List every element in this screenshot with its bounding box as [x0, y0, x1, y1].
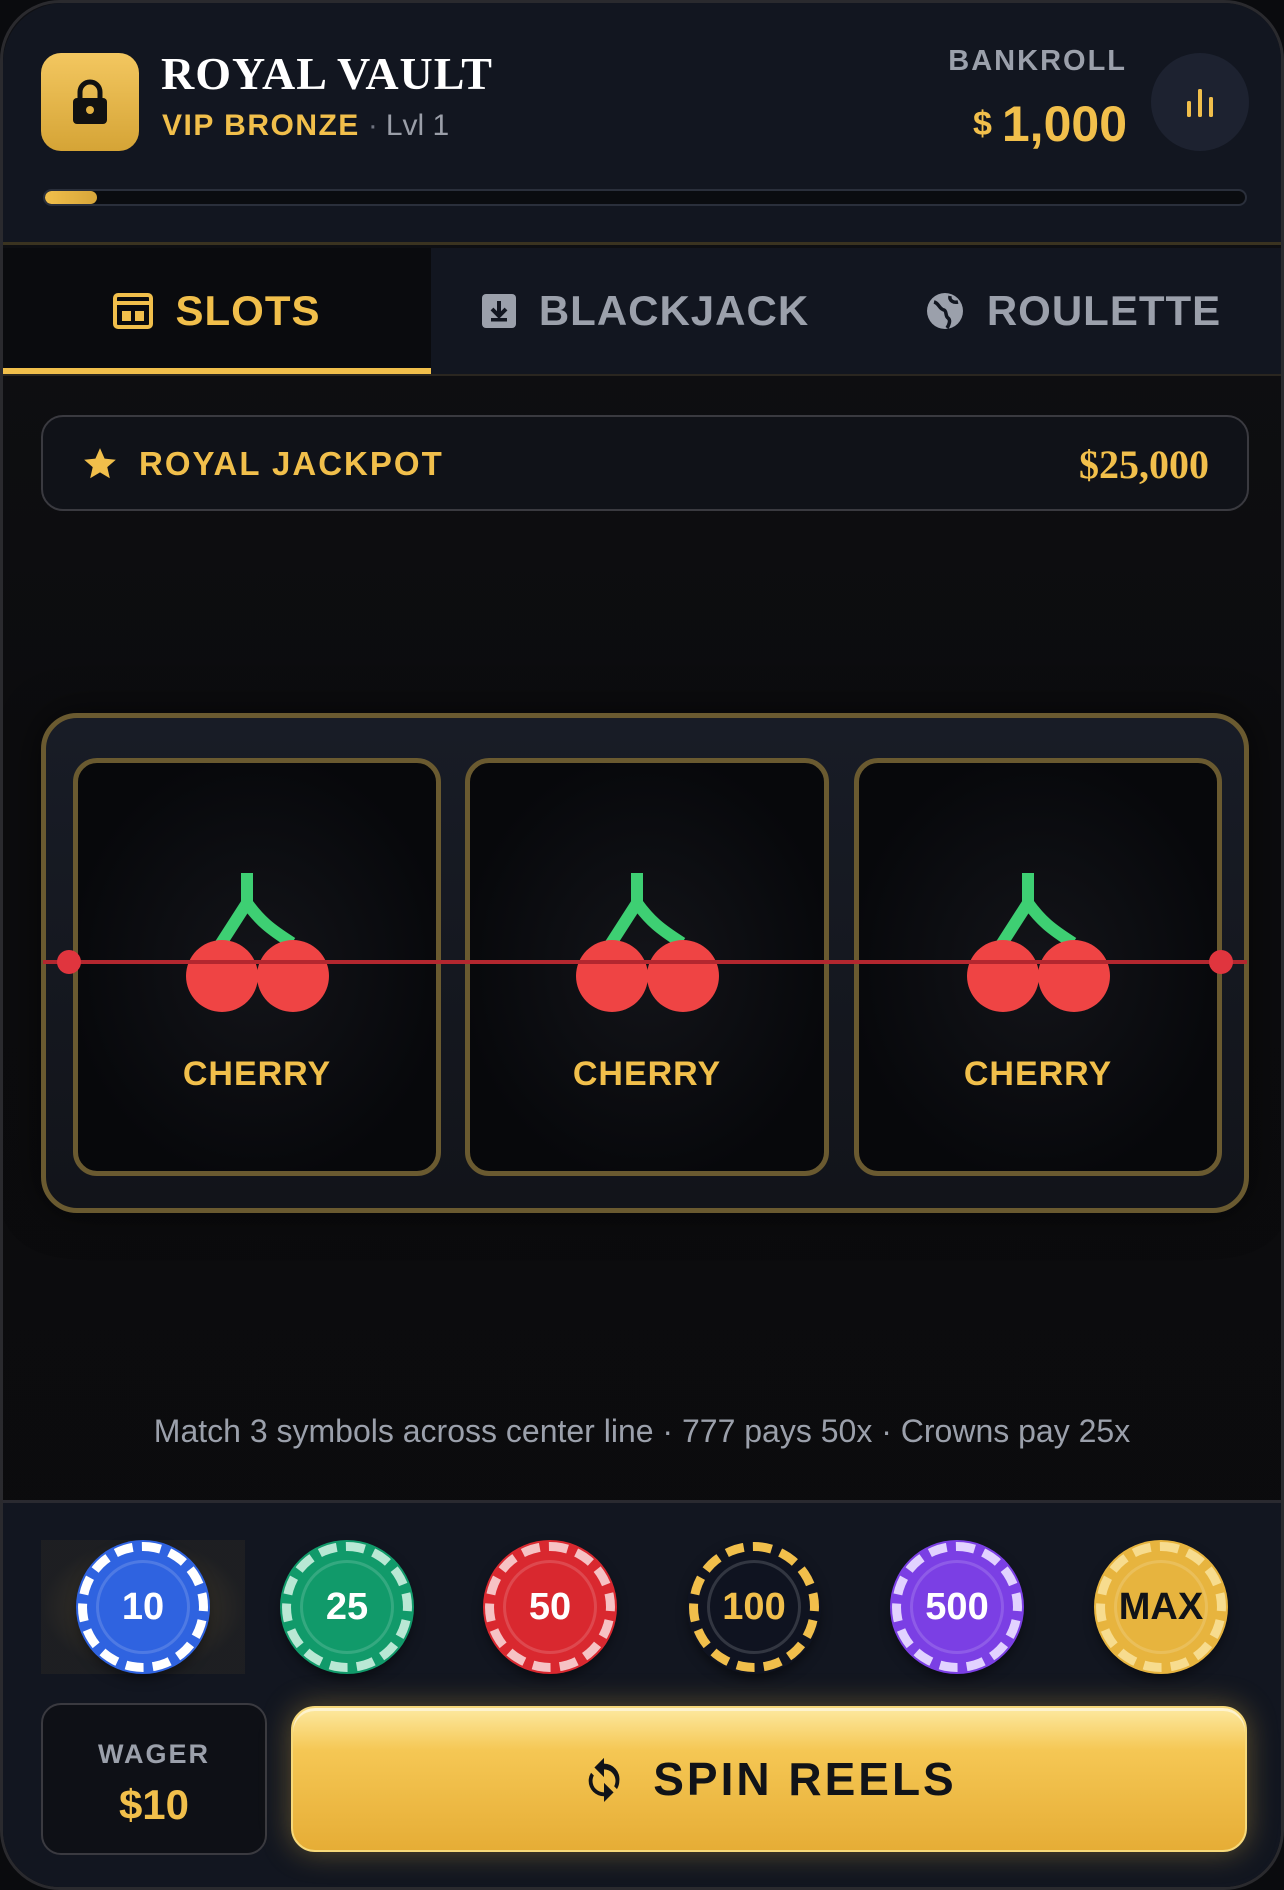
bankroll-label: BANKROLL	[948, 45, 1127, 77]
app-screen: ROYAL VAULT VIP BRONZE · Lvl 1 BANKROLL $1…	[0, 0, 1284, 1890]
chip-token: MAX	[1096, 1542, 1226, 1672]
bankroll-amount: 1,000	[1001, 96, 1127, 152]
wager-label: WAGER	[97, 1739, 210, 1769]
bar-chart-icon	[1187, 89, 1213, 117]
reel-symbol-label: CHERRY	[182, 1055, 332, 1093]
wager-value: $10	[118, 1781, 190, 1828]
reel-symbol-label: CHERRY	[963, 1055, 1113, 1093]
player-status: VIP BRONZE · Lvl 1	[162, 109, 449, 143]
chip-token: 500	[892, 1542, 1022, 1672]
game-tabs: SLOTS BLACKJACK ROULETTE	[3, 248, 1281, 376]
chip-value: MAX	[1118, 1585, 1204, 1628]
chip-value: 10	[121, 1585, 165, 1628]
chip-selector: 10 25 50 100 500 MAX	[41, 1540, 1249, 1674]
chip-100[interactable]: 100	[652, 1540, 856, 1674]
tab-roulette[interactable]: ROULETTE	[859, 248, 1281, 374]
bet-panel: 10 25 50 100 500 MAX WAGER $10 SPIN REELS	[3, 1500, 1281, 1887]
xp-progress-bar	[43, 189, 1247, 206]
stats-button[interactable]	[1151, 53, 1249, 151]
rules-text: Match 3 symbols across center line · 777…	[153, 1413, 1131, 1449]
spin-reels-button[interactable]: SPIN REELS	[291, 1706, 1247, 1852]
chip-50[interactable]: 50	[448, 1540, 652, 1674]
payline-marker-right	[1209, 950, 1233, 974]
globe-icon	[926, 293, 963, 329]
player-level: Lvl 1	[385, 109, 450, 142]
chip-token: 50	[485, 1542, 615, 1672]
reel-3: CHERRY	[854, 758, 1222, 1176]
chip-token: 100	[689, 1542, 819, 1672]
chip-value: 25	[325, 1585, 369, 1628]
chip-25[interactable]: 25	[245, 1540, 449, 1674]
separator: ·	[367, 109, 378, 142]
cherry-icon	[186, 873, 329, 1012]
app-logo	[41, 53, 139, 151]
chip-token: 25	[282, 1542, 412, 1672]
payline-marker-left	[57, 950, 81, 974]
wager-display: WAGER $10	[41, 1703, 267, 1855]
tab-label: SLOTS	[175, 287, 321, 334]
chip-value: 50	[528, 1585, 572, 1628]
tab-label: BLACKJACK	[538, 287, 810, 334]
lock-icon	[73, 79, 107, 124]
cherry-icon	[576, 873, 719, 1012]
app-title: ROYAL VAULT	[161, 48, 493, 99]
header: ROYAL VAULT VIP BRONZE · Lvl 1 BANKROLL $1…	[3, 3, 1281, 245]
chip-500[interactable]: 500	[855, 1540, 1059, 1674]
jackpot-banner: ROYAL JACKPOT $25,000	[41, 415, 1249, 511]
star-icon	[84, 448, 116, 479]
currency-symbol: $	[972, 105, 992, 143]
chip-10[interactable]: 10	[41, 1540, 245, 1674]
tab-blackjack[interactable]: BLACKJACK	[431, 248, 859, 374]
refresh-icon	[588, 1757, 620, 1802]
xp-progress-fill	[45, 191, 97, 204]
jackpot-label: ROYAL JACKPOT	[139, 445, 444, 482]
spin-button-label: SPIN REELS	[653, 1753, 957, 1805]
tab-label: ROULETTE	[986, 287, 1222, 334]
reel-symbol-label: CHERRY	[572, 1055, 722, 1093]
vip-tier: VIP BRONZE	[162, 109, 360, 142]
chip-value: 500	[925, 1585, 989, 1628]
tab-slots[interactable]: SLOTS	[3, 248, 431, 374]
reel-2: CHERRY	[465, 758, 829, 1176]
jackpot-value: $25,000	[1079, 442, 1209, 487]
chip-value: 100	[722, 1585, 786, 1628]
reel-1: CHERRY	[73, 758, 441, 1176]
card-down-icon	[481, 294, 516, 328]
slot-machine-icon	[113, 293, 154, 329]
chip-token: 10	[78, 1542, 208, 1672]
cherry-icon	[967, 873, 1110, 1012]
chip-max[interactable]: MAX	[1059, 1540, 1263, 1674]
bankroll-value: $1,000	[973, 95, 1127, 153]
center-payline	[43, 960, 1247, 964]
